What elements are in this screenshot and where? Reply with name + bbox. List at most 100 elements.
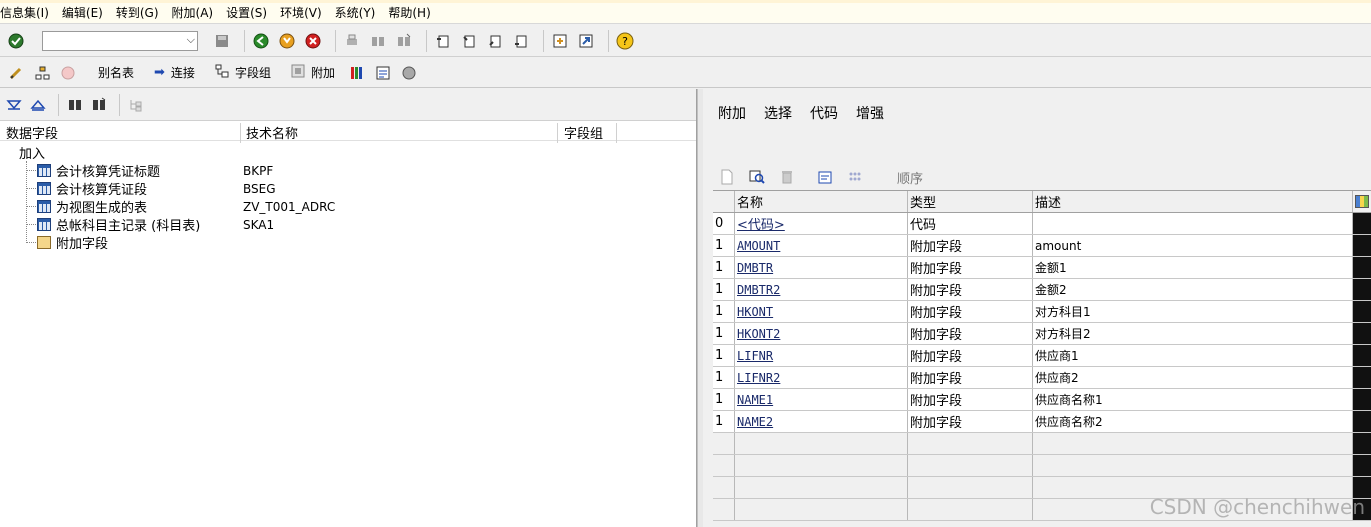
last-page-icon[interactable] <box>511 31 531 51</box>
right-menu-enhance[interactable]: 增强 <box>856 103 884 123</box>
column-data-field[interactable]: 数据字段 <box>6 123 58 142</box>
row-number: 0 <box>713 213 735 234</box>
row-name-link[interactable]: NAME1 <box>737 393 773 407</box>
row-name-link[interactable]: NAME2 <box>737 415 773 429</box>
grid-header-type[interactable]: 类型 <box>908 191 1033 212</box>
table-row[interactable]: 1 LIFNR2 附加字段 供应商2 <box>713 367 1371 389</box>
row-name-link[interactable]: HKONT2 <box>737 327 780 341</box>
scrollbar-track[interactable] <box>1353 301 1371 322</box>
tree-node-bkpf[interactable]: 会计核算凭证标题 <box>37 161 160 180</box>
menu-environment[interactable]: 环境(V) <box>280 2 322 21</box>
shortcut-icon[interactable] <box>576 31 596 51</box>
tree-line <box>26 188 36 189</box>
menu-edit[interactable]: 编辑(E) <box>62 2 103 21</box>
table-row[interactable]: 1 NAME1 附加字段 供应商名称1 <box>713 389 1371 411</box>
hierarchy-icon[interactable] <box>32 63 52 83</box>
first-page-icon[interactable] <box>433 31 453 51</box>
chevron-down-icon[interactable]: ⌵ <box>187 33 195 47</box>
row-name-link[interactable]: LIFNR <box>737 349 773 363</box>
row-name-link[interactable]: <代码> <box>737 214 785 233</box>
tree-node-ska1[interactable]: 总帐科目主记录 (科目表) <box>37 215 200 234</box>
table-row[interactable]: 1 DMBTR 附加字段 金额1 <box>713 257 1371 279</box>
display-detail-icon[interactable] <box>747 167 767 187</box>
command-field[interactable]: ⌵ <box>42 30 198 51</box>
extras-button[interactable]: 附加 <box>291 64 335 82</box>
menu-system[interactable]: 系统(Y) <box>335 2 376 21</box>
row-name-link[interactable]: DMBTR <box>737 261 773 275</box>
row-name-link[interactable]: LIFNR2 <box>737 371 780 385</box>
field-group-button[interactable]: 字段组 <box>215 64 271 82</box>
expand-all-icon[interactable] <box>4 95 24 115</box>
cancel-icon[interactable] <box>303 31 323 51</box>
tree-node-zv-t001-adrc[interactable]: 为视图生成的表 <box>37 197 147 216</box>
row-name-link[interactable]: HKONT <box>737 305 773 319</box>
join-button[interactable]: ➡ 连接 <box>154 64 195 81</box>
find-icon[interactable] <box>65 95 85 115</box>
print-icon[interactable] <box>342 31 362 51</box>
menu-extras[interactable]: 附加(A) <box>172 2 214 21</box>
table-row[interactable]: 1 HKONT2 附加字段 对方科目2 <box>713 323 1371 345</box>
find-next-icon[interactable] <box>394 31 414 51</box>
layout-settings-icon[interactable] <box>1353 191 1371 212</box>
menu-goto[interactable]: 转到(G) <box>116 2 159 21</box>
back-icon[interactable] <box>251 31 271 51</box>
scrollbar-track[interactable] <box>1353 257 1371 278</box>
menu-settings[interactable]: 设置(S) <box>226 2 267 21</box>
right-menu-select[interactable]: 选择 <box>764 103 792 123</box>
create-session-icon[interactable] <box>550 31 570 51</box>
scrollbar-track[interactable] <box>1353 389 1371 410</box>
tree-root-join[interactable]: 加入 <box>19 143 45 162</box>
scrollbar-track[interactable] <box>1353 235 1371 256</box>
edit-icon[interactable] <box>815 167 835 187</box>
layout-icon[interactable] <box>347 63 367 83</box>
exit-icon[interactable] <box>277 31 297 51</box>
table-row[interactable]: 1 AMOUNT 附加字段 amount <box>713 235 1371 257</box>
column-separator[interactable] <box>616 123 617 143</box>
scrollbar-track[interactable] <box>1353 433 1371 454</box>
row-name-link[interactable]: DMBTR2 <box>737 283 780 297</box>
row-name-link[interactable]: AMOUNT <box>737 239 780 253</box>
empty-row <box>713 455 1371 477</box>
tree-node-tech-name: ZV_T001_ADRC <box>243 200 336 214</box>
scrollbar-track[interactable] <box>1353 411 1371 432</box>
table-row[interactable]: 1 DMBTR2 附加字段 金额2 <box>713 279 1371 301</box>
help-icon[interactable]: ? <box>615 31 635 51</box>
scrollbar-track[interactable] <box>1353 323 1371 344</box>
right-menu-extras[interactable]: 附加 <box>718 103 746 123</box>
grid-header-name[interactable]: 名称 <box>735 191 908 212</box>
change-icon[interactable] <box>6 63 26 83</box>
row-type: 附加字段 <box>908 301 1033 322</box>
next-page-icon[interactable] <box>485 31 505 51</box>
tree-node-additional-fields[interactable]: 附加字段 <box>37 233 108 252</box>
previous-page-icon[interactable] <box>459 31 479 51</box>
enter-check-icon[interactable] <box>6 31 26 51</box>
grid-header-num[interactable] <box>713 191 735 212</box>
table-row[interactable]: 1 LIFNR 附加字段 供应商1 <box>713 345 1371 367</box>
save-icon[interactable] <box>212 31 232 51</box>
menu-help[interactable]: 帮助(H) <box>388 2 430 21</box>
column-separator[interactable] <box>557 123 558 143</box>
scrollbar-track[interactable] <box>1353 345 1371 366</box>
row-desc: 对方科目2 <box>1033 323 1353 344</box>
scrollbar-track[interactable] <box>1353 455 1371 476</box>
table-row[interactable]: 1 HKONT 附加字段 对方科目1 <box>713 301 1371 323</box>
column-separator[interactable] <box>240 123 241 143</box>
status-circle-icon[interactable] <box>399 63 419 83</box>
column-tech-name[interactable]: 技术名称 <box>246 123 298 142</box>
menu-infoset[interactable]: 信息集(I) <box>0 2 49 21</box>
collapse-all-icon[interactable] <box>28 95 48 115</box>
find-icon[interactable] <box>368 31 388 51</box>
watermark: CSDN @chenchihwen <box>1149 495 1365 519</box>
scrollbar-track[interactable] <box>1353 279 1371 300</box>
table-row[interactable]: 0 <代码> 代码 <box>713 213 1371 235</box>
right-menu-code[interactable]: 代码 <box>810 103 838 123</box>
alias-table-button[interactable]: 别名表 <box>98 64 134 81</box>
scrollbar-track[interactable] <box>1353 367 1371 388</box>
table-row[interactable]: 1 NAME2 附加字段 供应商名称2 <box>713 411 1371 433</box>
grid-header-desc[interactable]: 描述 <box>1033 191 1353 212</box>
report-icon[interactable] <box>373 63 393 83</box>
column-field-group[interactable]: 字段组 <box>564 123 603 142</box>
scrollbar-track[interactable] <box>1353 213 1371 234</box>
tree-node-bseg[interactable]: 会计核算凭证段 <box>37 179 147 198</box>
find-next-icon[interactable] <box>89 95 109 115</box>
